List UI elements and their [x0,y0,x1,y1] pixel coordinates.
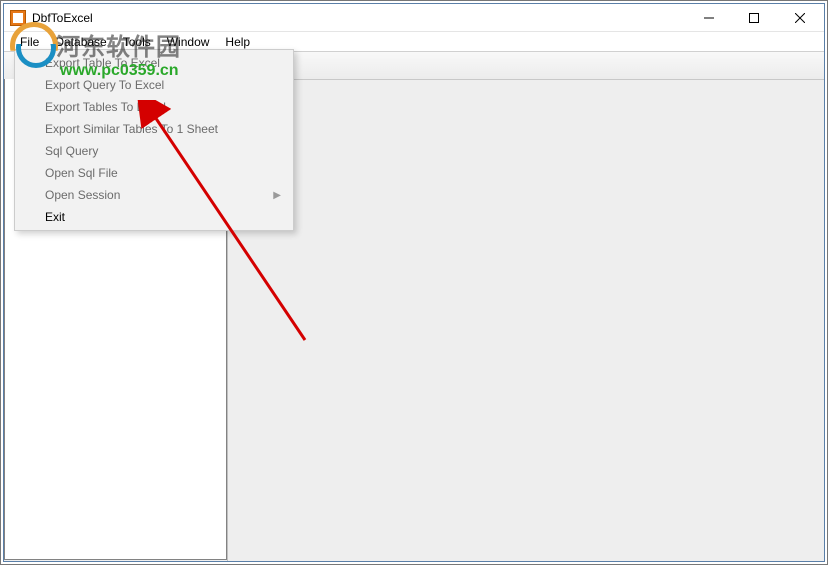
menu-item-label: Export Tables To Excel [45,100,166,114]
menu-item-open-session[interactable]: Open Session ▶ [17,184,291,206]
window-controls [686,4,824,31]
menu-item-label: Sql Query [45,144,98,158]
menu-item-sql-query[interactable]: Sql Query [17,140,291,162]
close-button[interactable] [776,4,824,31]
menu-item-export-tables[interactable]: Export Tables To Excel [17,96,291,118]
menu-item-export-similar[interactable]: Export Similar Tables To 1 Sheet [17,118,291,140]
submenu-arrow-icon: ▶ [273,190,281,201]
menu-item-label: Export Table To Excel [45,56,160,70]
menu-item-open-sql-file[interactable]: Open Sql File [17,162,291,184]
menu-item-export-query[interactable]: Export Query To Excel [17,74,291,96]
app-icon [10,10,26,26]
menu-item-exit[interactable]: Exit [17,206,291,228]
right-panel [227,80,824,561]
file-menu-dropdown: Export Table To Excel Export Query To Ex… [14,49,294,231]
window-title: DbfToExcel [32,11,686,25]
menu-item-label: Open Session [45,188,120,202]
menu-item-label: Exit [45,210,65,224]
menu-item-label: Export Query To Excel [45,78,164,92]
menu-item-label: Export Similar Tables To 1 Sheet [45,122,218,136]
menu-item-export-table[interactable]: Export Table To Excel [17,52,291,74]
maximize-button[interactable] [731,4,776,31]
menu-item-label: Open Sql File [45,166,118,180]
titlebar: DbfToExcel [4,4,824,32]
minimize-button[interactable] [686,4,731,31]
